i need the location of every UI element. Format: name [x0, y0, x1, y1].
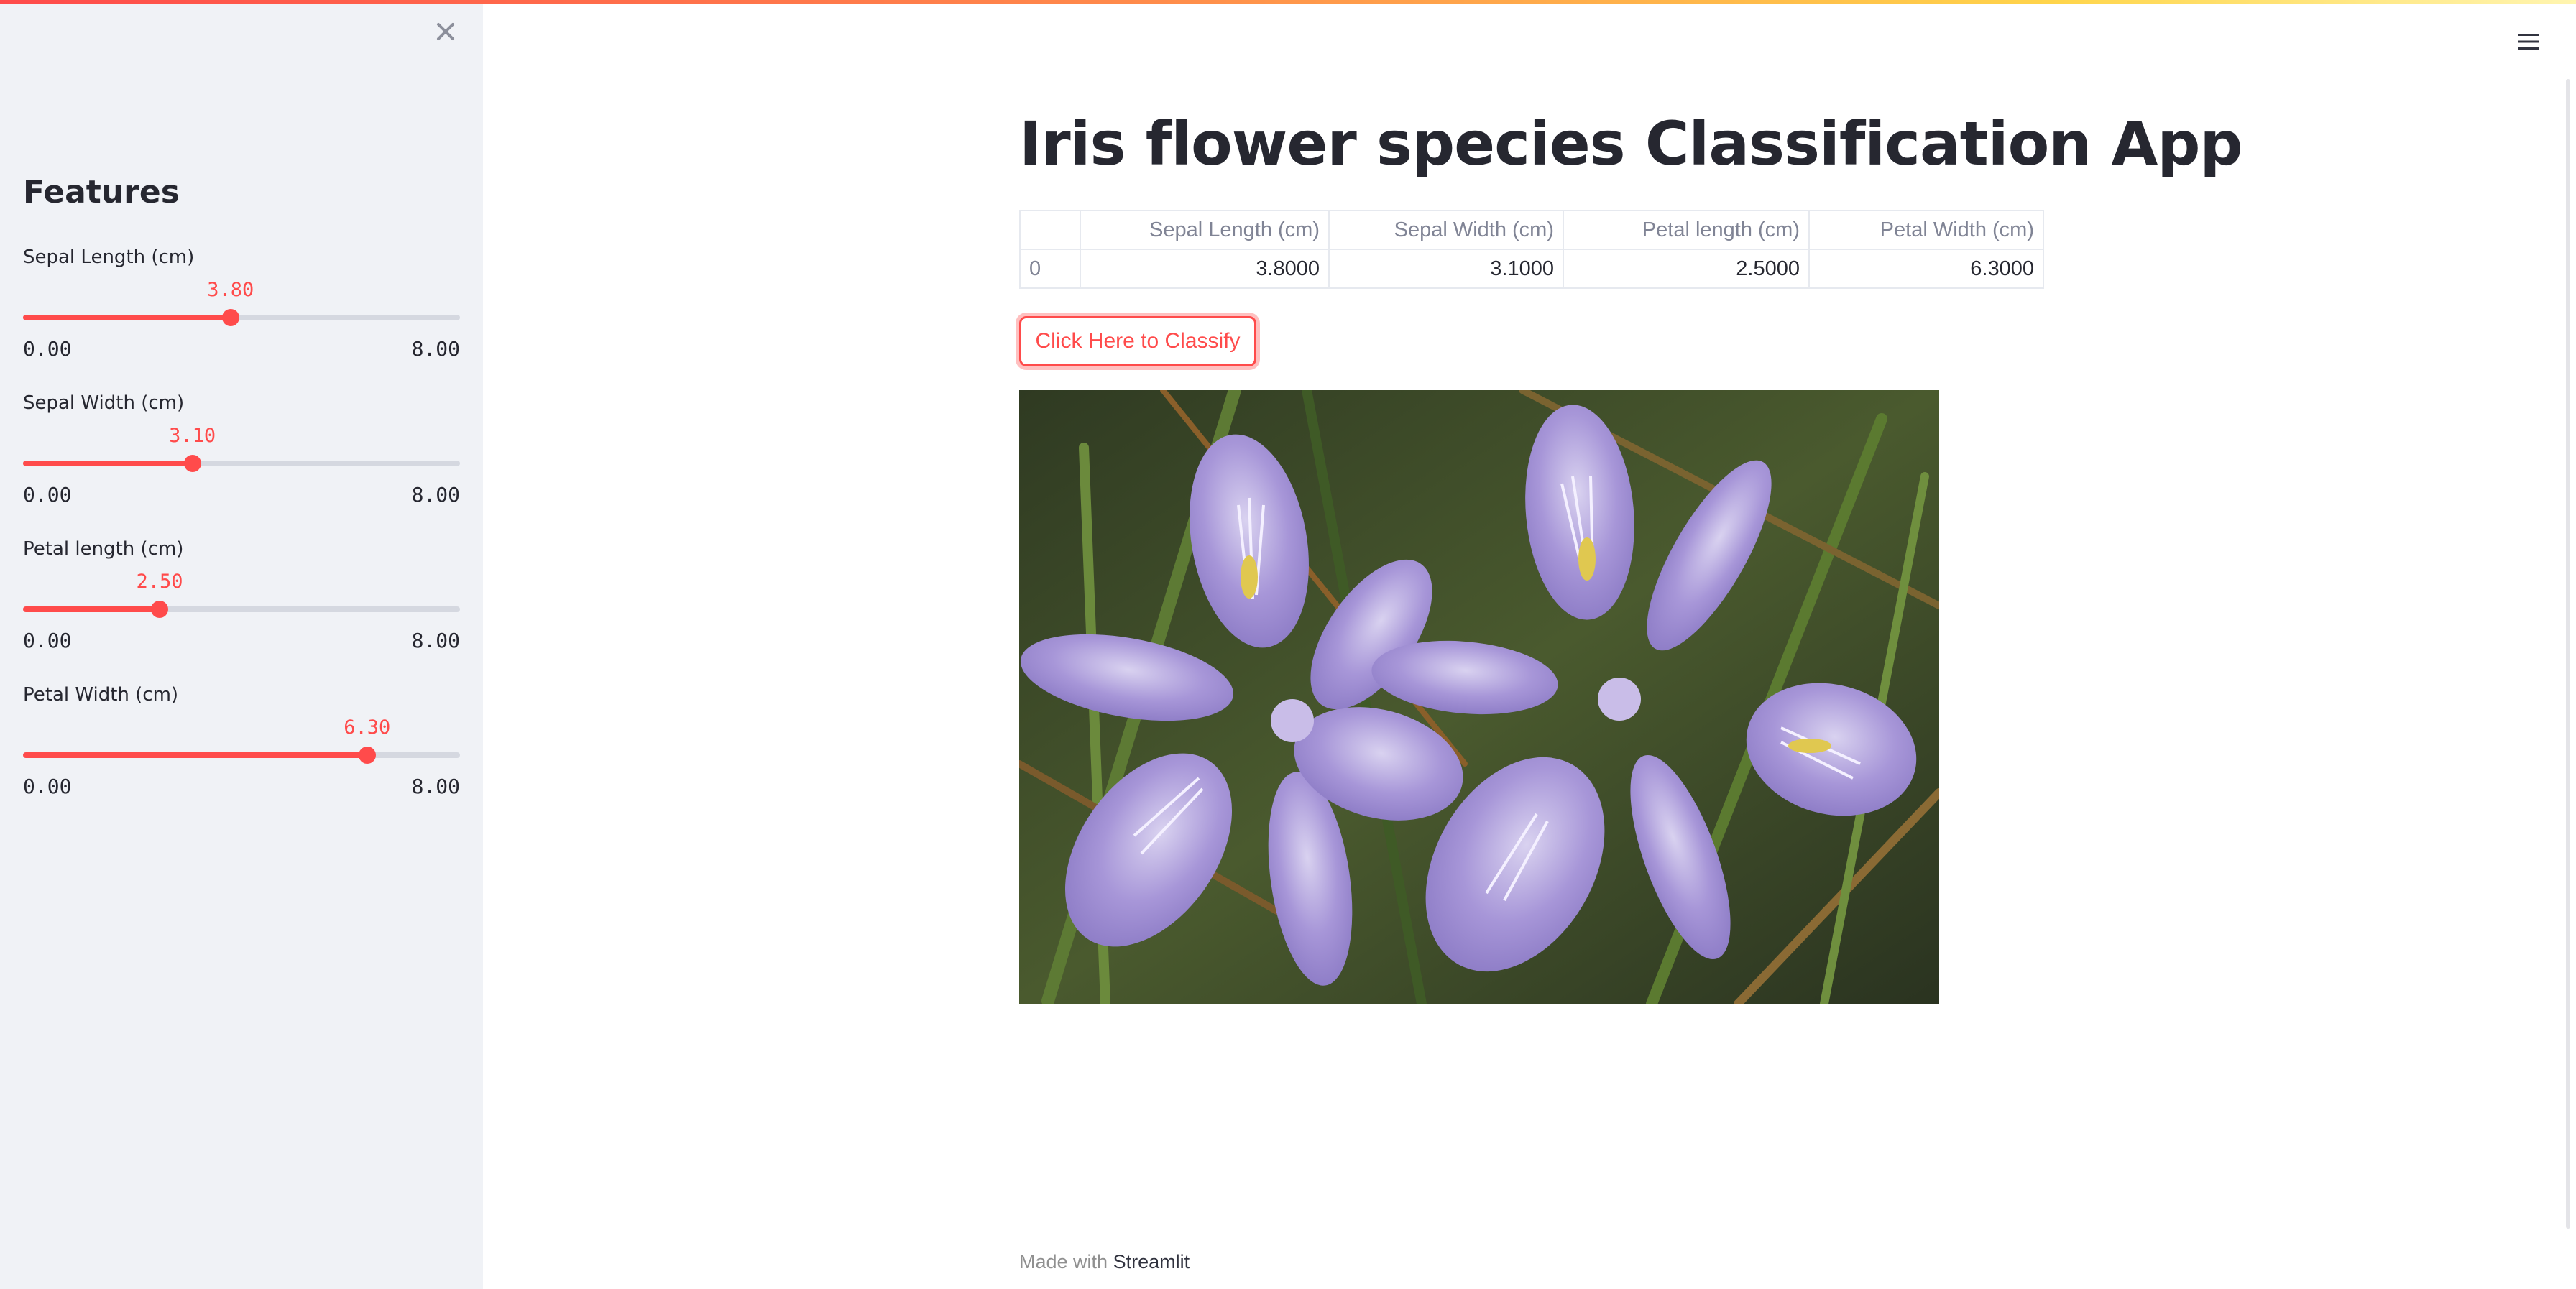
streamlit-app: Features Sepal Length (cm) 3.80 0.00 8.0…: [0, 0, 2576, 1289]
features-dataframe: Sepal Length (cm) Sepal Width (cm) Petal…: [1019, 210, 2044, 289]
streamlit-link[interactable]: Streamlit: [1113, 1251, 1190, 1272]
slider-thumb[interactable]: [221, 309, 239, 326]
table-index-cell: 0: [1019, 249, 1081, 289]
slider-track[interactable]: [23, 315, 460, 320]
slider-fill: [23, 461, 193, 466]
slider-track[interactable]: [23, 606, 460, 612]
slider-min-label: 0.00: [23, 775, 72, 798]
slider-petal-length: Petal length (cm) 2.50 0.00 8.00: [23, 536, 460, 665]
slider-value: 3.10: [169, 425, 216, 447]
table-row: 0 3.8000 3.1000 2.5000 6.3000: [1019, 249, 2044, 289]
close-icon: [437, 23, 454, 40]
slider-min-label: 0.00: [23, 483, 72, 507]
slider-value: 6.30: [344, 716, 391, 739]
table-header-cell: Petal Width (cm): [1808, 210, 2044, 250]
iris-flower-illustration: [1019, 390, 1939, 1004]
slider-label: Petal length (cm): [23, 538, 184, 560]
slider-sepal-length: Sepal Length (cm) 3.80 0.00 8.00: [23, 244, 460, 374]
table-header-cell: Petal length (cm): [1563, 210, 1810, 250]
close-sidebar-button[interactable]: [431, 17, 460, 46]
slider-min-label: 0.00: [23, 629, 72, 652]
slider-thumb[interactable]: [358, 747, 376, 764]
footer: Made with Streamlit: [1019, 1249, 1190, 1275]
slider-value: 3.80: [207, 279, 254, 301]
table-cell: 6.3000: [1808, 249, 2044, 289]
table-header-row: Sepal Length (cm) Sepal Width (cm) Petal…: [1019, 210, 2044, 250]
sidebar-title: Features: [23, 174, 180, 211]
main-menu-button[interactable]: [2513, 26, 2544, 57]
slider-label: Petal Width (cm): [23, 684, 179, 706]
table-cell: 3.8000: [1080, 249, 1330, 289]
slider-max-label: 8.00: [411, 337, 460, 361]
page-title: Iris flower species Classification App: [1019, 108, 2243, 179]
slider-max-label: 8.00: [411, 629, 460, 652]
top-decoration-bar: [0, 0, 2576, 4]
table-header-cell: Sepal Length (cm): [1080, 210, 1330, 250]
slider-track[interactable]: [23, 461, 460, 466]
slider-thumb[interactable]: [183, 455, 201, 472]
slider-value: 2.50: [136, 570, 183, 593]
slider-petal-width: Petal Width (cm) 6.30 0.00 8.00: [23, 682, 460, 811]
sidebar: Features Sepal Length (cm) 3.80 0.00 8.0…: [0, 0, 483, 1289]
slider-min-label: 0.00: [23, 337, 72, 361]
table-cell: 3.1000: [1328, 249, 1564, 289]
table-header-cell: Sepal Width (cm): [1328, 210, 1564, 250]
hamburger-menu-icon: [2518, 34, 2539, 50]
slider-max-label: 8.00: [411, 483, 460, 507]
slider-fill: [23, 315, 231, 320]
iris-flower-image: [1019, 390, 1939, 1004]
slider-max-label: 8.00: [411, 775, 460, 798]
classify-button[interactable]: Click Here to Classify: [1019, 316, 1256, 366]
slider-track[interactable]: [23, 752, 460, 758]
slider-sepal-width: Sepal Width (cm) 3.10 0.00 8.00: [23, 390, 460, 519]
slider-label: Sepal Length (cm): [23, 246, 195, 268]
scrollbar[interactable]: [2566, 79, 2570, 1229]
slider-fill: [23, 606, 160, 612]
slider-thumb[interactable]: [151, 601, 168, 618]
footer-prefix: Made with: [1019, 1251, 1108, 1272]
table-cell: 2.5000: [1563, 249, 1810, 289]
slider-label: Sepal Width (cm): [23, 392, 185, 414]
table-header-cell: [1019, 210, 1081, 250]
slider-fill: [23, 752, 367, 758]
